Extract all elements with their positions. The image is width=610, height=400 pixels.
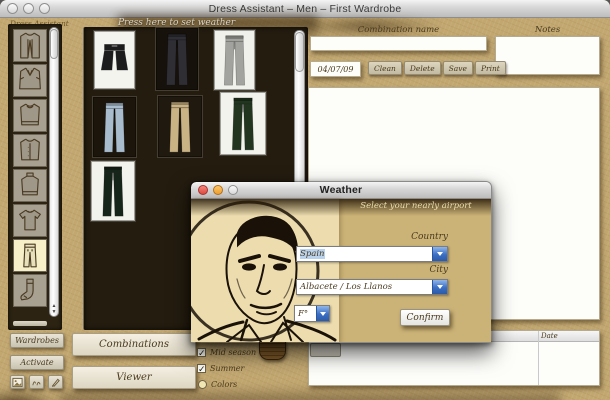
minimize-icon[interactable] [213,185,223,195]
city-label: City [429,265,448,275]
window-titlebar: Dress Assistant – Men – First Wardrobe [0,0,610,18]
zoom-icon[interactable] [39,3,50,14]
closet-item-pants-3[interactable] [93,97,136,157]
checkbox-icon[interactable]: ✓ [197,348,206,358]
delete-button[interactable]: Delete [403,61,441,75]
sidebar-scroll-arrows[interactable]: ▲ ▼ [50,303,58,315]
print-button[interactable]: Print [474,61,506,75]
closet-item-pants-2[interactable] [214,30,255,90]
closet-item-pants-4[interactable] [158,96,202,157]
country-value: Spain [300,249,325,259]
window-title: Dress Assistant – Men – First Wardrobe [208,2,402,15]
close-icon[interactable] [198,185,208,195]
category-sidebar: ▲ ▼ [8,24,62,330]
sidebar-item-turtleneck[interactable] [13,169,47,202]
letters-icon [32,380,41,385]
closet-item-pants-1[interactable] [156,28,198,90]
city-select[interactable]: Albacete / Los Llanos [296,279,448,295]
chevron-down-icon[interactable] [432,280,447,294]
dialog-title: Weather [319,184,363,196]
notes-textarea[interactable] [495,36,600,75]
combinations-button[interactable]: Combinations [72,333,196,356]
sidebar-scrollbar[interactable]: ▲ ▼ [49,27,59,317]
country-label: Country [411,232,448,242]
checkbox-summer[interactable]: ✓ Summer [197,364,245,374]
radio-icon[interactable] [198,380,207,389]
dialog-content: Select your nearly airport Country Spain… [191,199,491,342]
table-date-header[interactable]: Date [541,332,558,340]
closet-item-shorts-0[interactable] [94,31,135,89]
weather-dialog: Weather Select your nearly airport Count… [190,181,492,343]
unit-select[interactable]: F° [294,305,330,322]
closet-item-pants-6[interactable] [91,161,135,221]
closet-item-pants-5[interactable] [220,92,266,155]
table-column-divider [538,331,539,385]
combination-name-label: Combination name [357,25,440,35]
sidebar-item-boot[interactable] [13,274,47,307]
sidebar-item-jacket[interactable] [13,64,47,97]
pencil-button[interactable] [48,375,63,389]
confirm-button-label: Confirm [406,312,444,323]
image-icon [12,377,23,387]
pencil-icon [51,378,60,387]
radio-colors[interactable]: Colors [198,380,237,389]
filter-label: Colors [211,380,238,389]
sidebar-item-pants[interactable] [13,239,47,272]
zoom-icon[interactable] [228,185,238,195]
activate-button[interactable]: Activate [10,355,64,370]
chevron-down-icon[interactable] [432,247,447,261]
sidebar-item-tshirt[interactable] [13,204,47,237]
country-select[interactable]: Spain [296,246,448,262]
letters-button[interactable] [29,375,44,389]
dress-assistant-window: Dress Assistant – Men – First Wardrobe D… [0,0,610,400]
sidebar-item-sweater[interactable] [13,99,47,132]
save-button[interactable]: Save [442,61,473,75]
viewer-button[interactable]: Viewer [72,366,196,389]
wardrobes-button[interactable]: Wardrobes [10,333,64,348]
combination-actions: Clean Delete Save Print [368,61,506,75]
viewer-button-label: Viewer [116,372,152,383]
combinations-button-label: Combinations [99,339,169,350]
combination-name-input[interactable] [310,36,487,51]
chevron-down-icon[interactable] [316,306,329,321]
sidebar-item-coat[interactable] [13,29,47,62]
airport-prompt: Select your nearly airport [360,201,472,211]
close-icon[interactable] [7,3,18,14]
scroll-down-icon[interactable]: ▼ [52,309,57,315]
image-button[interactable] [10,375,25,389]
dialog-titlebar: Weather [191,182,491,199]
checkbox-mid-season[interactable]: ✓ Mid season [197,348,257,358]
city-value: Albacete / Los Llanos [300,282,393,292]
checkbox-icon[interactable]: ✓ [197,364,206,374]
clean-button[interactable]: Clean [368,61,402,75]
wardrobes-button-label: Wardrobes [15,336,59,345]
notes-label: Notes [534,25,561,35]
sidebar-scrollbar-thumb[interactable] [50,29,58,59]
confirm-button[interactable]: Confirm [400,309,450,326]
filter-label: Summer [210,364,245,373]
obscured-button[interactable] [310,343,341,357]
unit-value: F° [298,308,309,319]
activate-button-label: Activate [20,358,54,367]
date-field[interactable]: 04/07/09 [310,61,361,77]
sidebar-item-cardigan[interactable] [13,134,47,167]
filter-label: Mid season [210,348,257,357]
minimize-icon[interactable] [23,3,34,14]
sidebar-hscrollbar[interactable] [13,321,47,326]
closet-scrollbar-thumb[interactable] [295,32,304,72]
